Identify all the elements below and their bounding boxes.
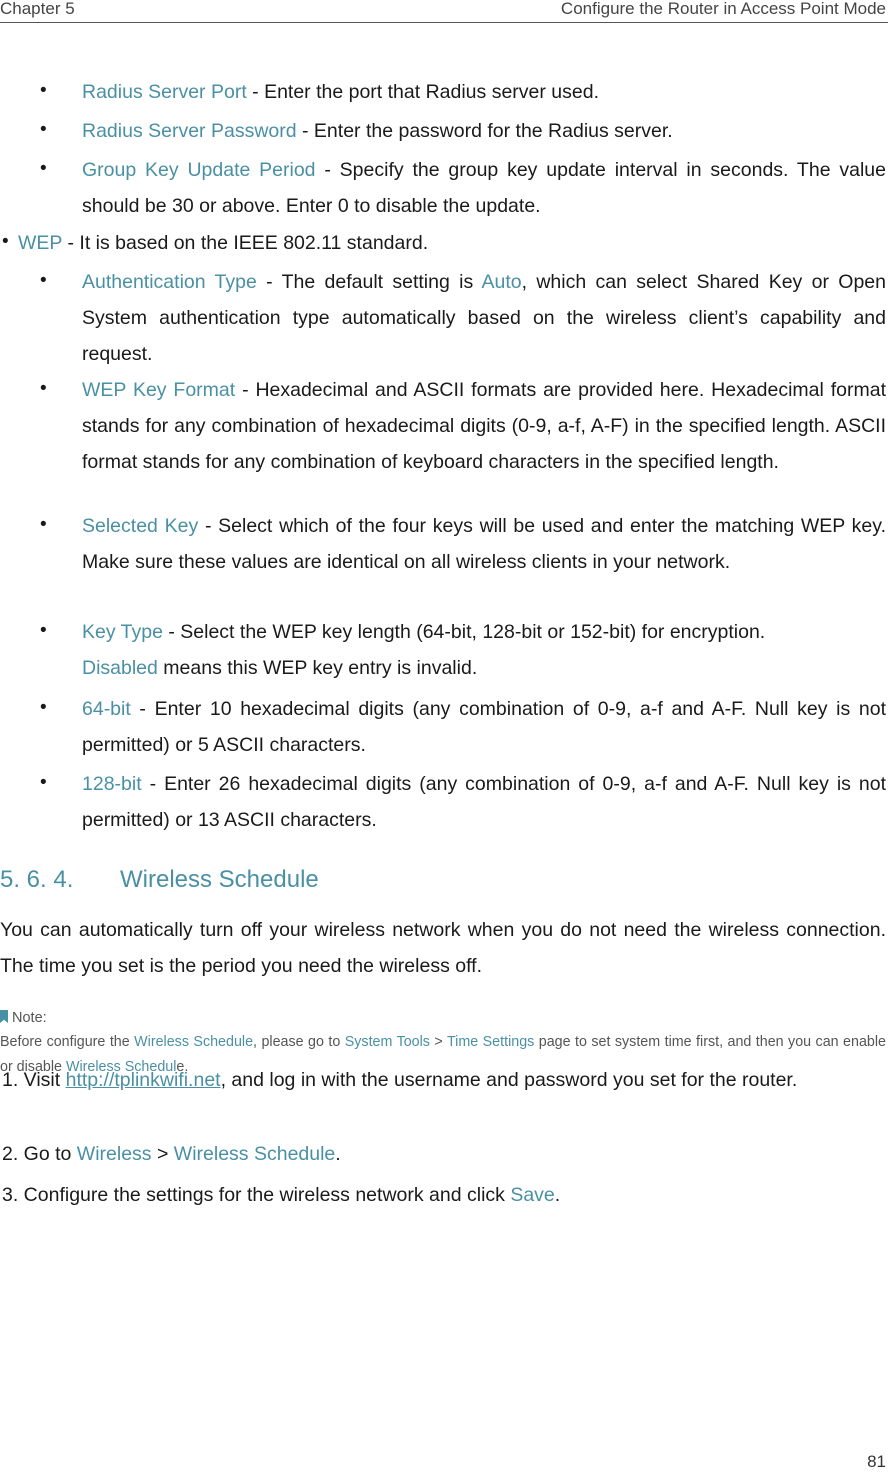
- note-heading: Note:: [0, 1010, 47, 1026]
- list-item: Authentication Type - The default settin…: [82, 271, 886, 365]
- section-title: Wireless Schedule: [120, 866, 319, 893]
- bullet: •: [2, 231, 9, 252]
- page-header: Chapter 5 Configure the Router in Access…: [0, 0, 888, 23]
- step-3: 3. Configure the settings for the wirele…: [2, 1184, 561, 1206]
- list-item: 64-bit - Enter 10 hexadecimal digits (an…: [82, 698, 886, 756]
- bullet: •: [40, 378, 47, 399]
- list-item: Radius Server Port - Enter the port that…: [82, 81, 599, 103]
- step-1: 1. Visit http://tplinkwifi.net, and log …: [2, 1069, 798, 1091]
- step-2: 2. Go to Wireless > Wireless Schedule.: [2, 1143, 341, 1165]
- list-item: WEP Key Format - Hexadecimal and ASCII f…: [82, 379, 886, 473]
- list-item: Selected Key - Select which of the four …: [82, 515, 886, 573]
- bullet: •: [40, 158, 47, 179]
- bullet: •: [40, 514, 47, 535]
- section-heading: 5. 6. 4. Wireless Schedule: [0, 866, 319, 894]
- bullet: •: [40, 80, 47, 101]
- chapter-label: Chapter 5: [0, 0, 75, 18]
- list-item: WEP - It is based on the IEEE 802.11 sta…: [18, 232, 429, 254]
- bullet: •: [40, 697, 47, 718]
- bullet: •: [40, 772, 47, 793]
- tplinkwifi-link[interactable]: http://tplinkwifi.net: [66, 1069, 221, 1091]
- bookmark-icon: [0, 1010, 8, 1023]
- list-item: Radius Server Password - Enter the passw…: [82, 120, 673, 142]
- chapter-title: Configure the Router in Access Point Mod…: [560, 0, 886, 18]
- bullet: •: [40, 620, 47, 641]
- page-number: 81: [867, 1452, 886, 1471]
- bullet: •: [40, 270, 47, 291]
- list-item: Group Key Update Period - Specify the gr…: [82, 159, 886, 217]
- list-item: Key Type - Select the WEP key length (64…: [82, 621, 766, 679]
- section-intro: You can automatically turn off your wire…: [0, 919, 886, 977]
- section-number: 5. 6. 4.: [0, 866, 74, 893]
- list-item: 128-bit - Enter 26 hexadecimal digits (a…: [82, 773, 886, 831]
- bullet: •: [40, 119, 47, 140]
